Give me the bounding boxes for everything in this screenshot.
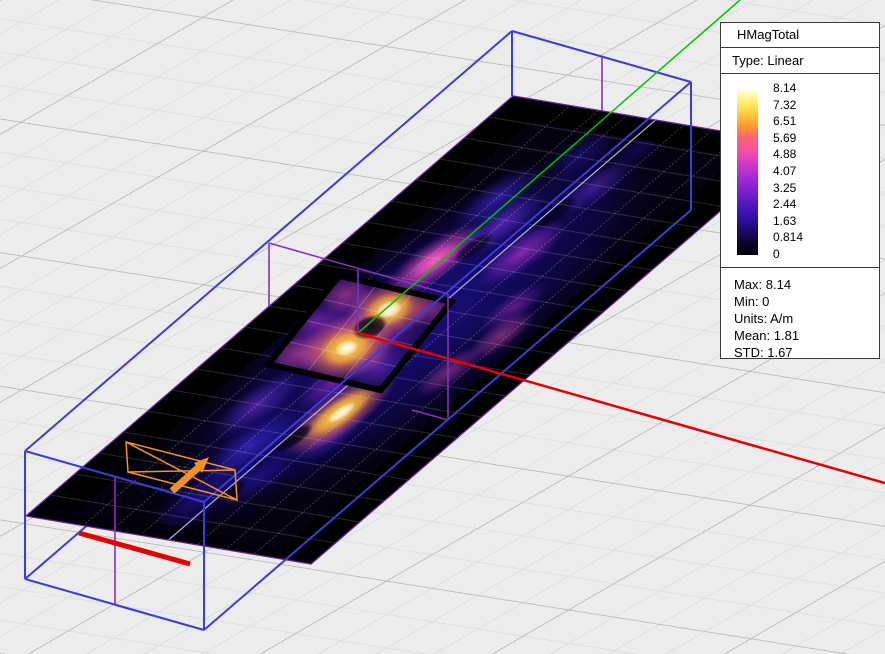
stat-std: STD: 1.67	[734, 344, 879, 361]
colorbar-tick: 5.69	[773, 130, 803, 146]
legend-title: HMagTotal	[721, 23, 879, 48]
stat-units: Units: A/m	[734, 310, 879, 327]
colorbar-tick-labels: 8.14 7.32 6.51 5.69 4.88 4.07 3.25 2.44 …	[773, 80, 803, 262]
stat-mean: Mean: 1.81	[734, 327, 879, 344]
legend-scale-type: Type: Linear	[721, 48, 879, 74]
legend-stats: Max: 8.14 Min: 0 Units: A/m Mean: 1.81 S…	[721, 268, 879, 361]
colorbar-tick: 6.51	[773, 113, 803, 129]
legend-colorbar-section: 8.14 7.32 6.51 5.69 4.88 4.07 3.25 2.44 …	[721, 74, 879, 268]
viewport-background-grid: HMagTotal Type: Linear 8.14 7.32 6.51 5.…	[0, 0, 885, 654]
colorbar-tick: 4.88	[773, 146, 803, 162]
stat-max: Max: 8.14	[734, 276, 879, 293]
colorbar-tick: 0.814	[773, 229, 803, 245]
colorbar-tick: 3.25	[773, 180, 803, 196]
colorbar-tick: 1.63	[773, 213, 803, 229]
colorbar-tick: 8.14	[773, 80, 803, 96]
legend-panel[interactable]: HMagTotal Type: Linear 8.14 7.32 6.51 5.…	[720, 22, 880, 359]
colorbar-gradient	[737, 88, 758, 255]
colorbar-tick: 2.44	[773, 196, 803, 212]
colorbar-tick: 7.32	[773, 97, 803, 113]
colorbar-tick: 4.07	[773, 163, 803, 179]
stat-min: Min: 0	[734, 293, 879, 310]
colorbar-tick: 0	[773, 246, 803, 262]
